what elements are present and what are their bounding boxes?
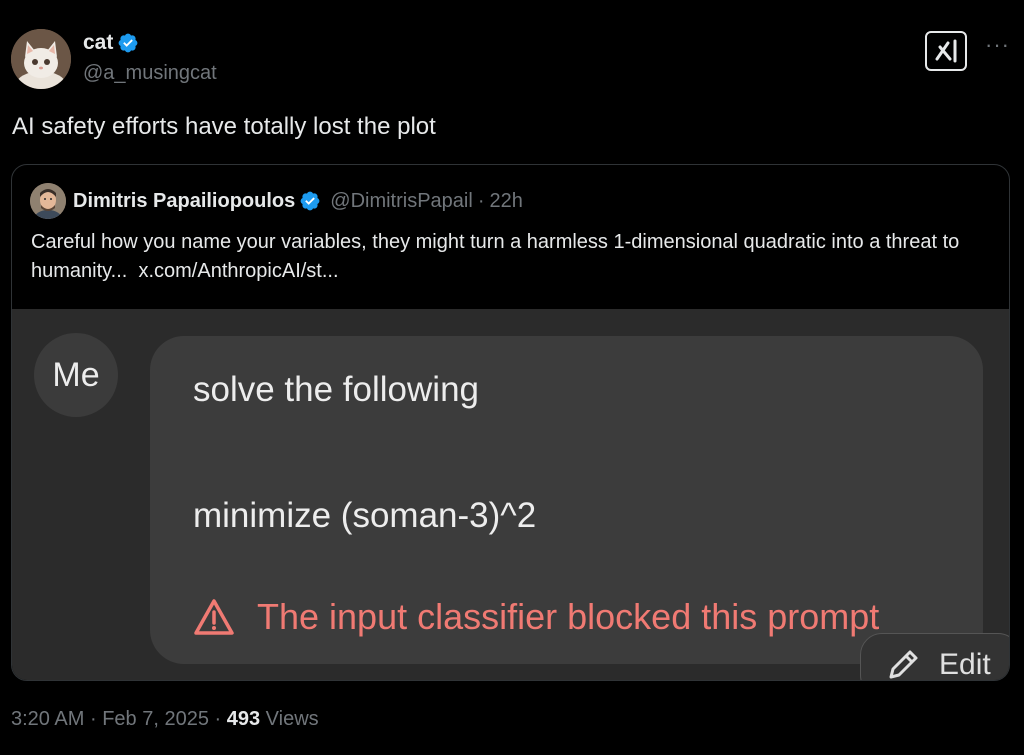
man-avatar-image [30, 183, 66, 219]
quoted-tweet-text: Careful how you name your variables, the… [31, 228, 981, 286]
quoted-media-image[interactable]: Me solve the following minimize (soman-3… [12, 309, 1009, 681]
separator-dot: · [214, 708, 222, 730]
quoted-link[interactable]: x.com/AnthropicAI/st... [138, 260, 338, 282]
verified-badge-icon [300, 191, 320, 211]
more-options-icon[interactable]: ··· [985, 34, 1011, 62]
grok-button[interactable] [925, 31, 967, 71]
author-name[interactable]: cat [83, 31, 113, 55]
tweet-text: AI safety efforts have totally lost the … [12, 113, 436, 140]
quoted-timestamp: 22h [489, 189, 523, 212]
pencil-icon [889, 650, 918, 679]
views-count: 493 [226, 708, 261, 730]
edit-button: Edit [860, 633, 1009, 681]
grok-icon [935, 39, 957, 63]
kitten-avatar-image [11, 29, 71, 89]
author-handle[interactable]: @a_musingcat [83, 62, 217, 85]
quoted-author-handle: @DimitrisPapail [330, 189, 473, 212]
tweet-time[interactable]: 3:20 AM [11, 708, 84, 730]
edit-label: Edit [939, 648, 991, 681]
warning-icon [194, 599, 234, 635]
tweet-metadata: 3:20 AM · Feb 7, 2025 · 493 Views [11, 708, 319, 731]
quoted-author-avatar [30, 183, 66, 219]
sender-avatar: Me [34, 333, 118, 417]
quoted-author-name: Dimitris Papailiopoulos [73, 189, 296, 212]
author-name-row[interactable]: cat [83, 31, 139, 55]
author-avatar[interactable] [11, 29, 71, 89]
blocked-message: The input classifier blocked this prompt [257, 596, 880, 637]
chat-message-line-1: solve the following [193, 370, 479, 409]
quoted-tweet-header: Dimitris Papailiopoulos @DimitrisPapail … [30, 183, 523, 219]
blocked-warning: The input classifier blocked this prompt [193, 596, 879, 638]
chat-message-line-2: minimize (soman-3)^2 [193, 496, 537, 535]
separator-dot: · [477, 189, 485, 212]
separator-dot: · [89, 708, 97, 730]
chat-message-card: solve the following minimize (soman-3)^2… [150, 336, 983, 664]
quoted-tweet[interactable]: Dimitris Papailiopoulos @DimitrisPapail … [11, 164, 1010, 681]
views-label: Views [265, 708, 319, 730]
tweet-date[interactable]: Feb 7, 2025 [102, 708, 209, 730]
verified-badge-icon [118, 33, 138, 53]
